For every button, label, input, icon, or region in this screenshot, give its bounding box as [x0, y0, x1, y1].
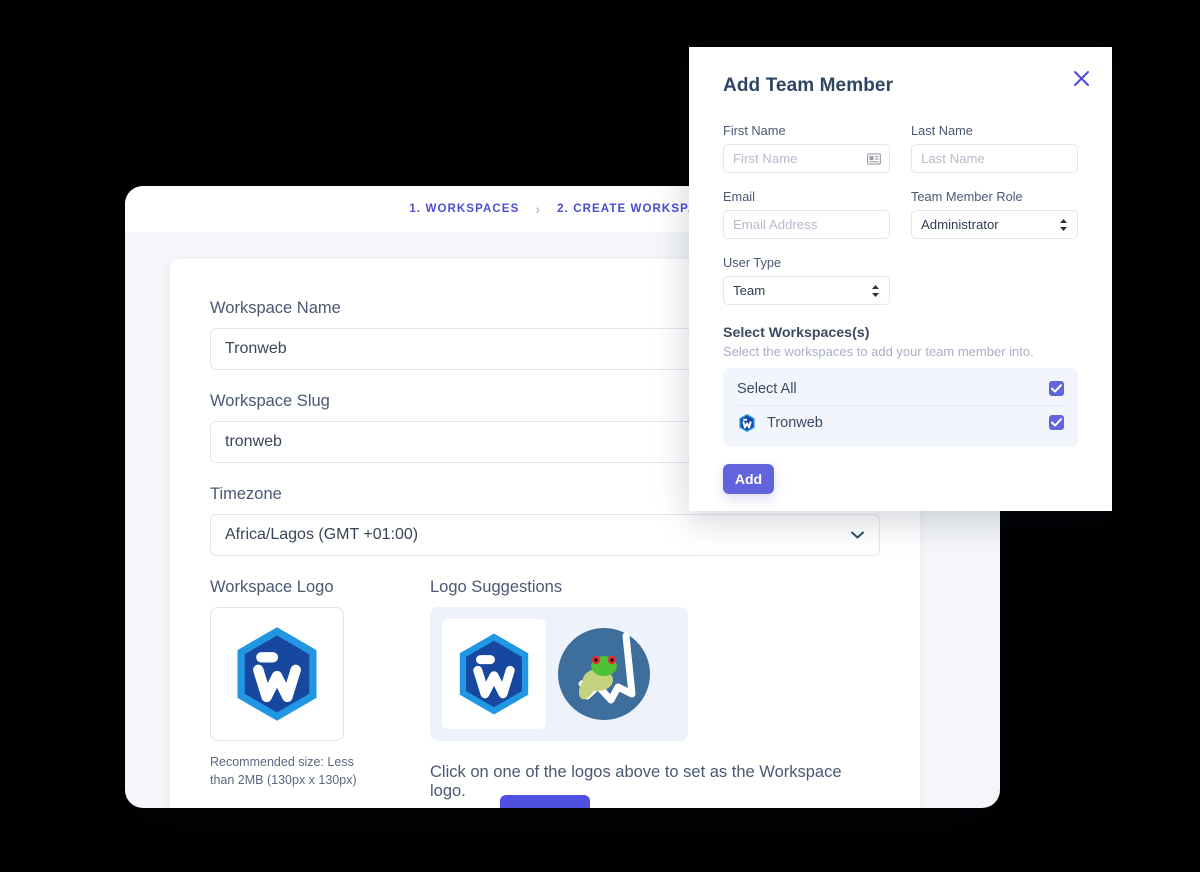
field-email: Email Email Address	[723, 189, 890, 239]
logo-suggestions-caption: Click on one of the logos above to set a…	[430, 763, 842, 800]
breadcrumb-step-1[interactable]: 1. WORKSPACES	[409, 203, 519, 215]
screen-root: 1. WORKSPACES › 2. CREATE WORKSPACE Work…	[0, 0, 1200, 872]
add-team-member-button[interactable]: Add	[723, 464, 774, 494]
team-member-role-select[interactable]: Administrator	[911, 210, 1078, 239]
tronweb-hex-w-logo	[237, 627, 317, 721]
logo-section: Workspace Logo Recommended size: Less th…	[210, 578, 880, 801]
first-name-label: First Name	[723, 123, 786, 138]
field-first-name: First Name First Name	[723, 123, 890, 173]
email-label: Email	[723, 189, 755, 204]
modal-title: Add Team Member	[723, 75, 894, 96]
last-name-label: Last Name	[911, 123, 973, 138]
select-stepper-icon	[872, 284, 879, 297]
workspace-checkbox[interactable]	[1049, 415, 1064, 430]
timezone-select[interactable]: Africa/Lagos (GMT +01:00)	[210, 514, 880, 556]
tronweb-hex-w-logo	[459, 633, 529, 715]
select-all-row[interactable]: Select All	[737, 372, 1064, 406]
select-stepper-icon	[1060, 218, 1067, 231]
field-user-type: User Type Team	[723, 255, 890, 305]
create-workspace-submit-button[interactable]	[500, 795, 590, 808]
workspace-row-left: Tronweb	[737, 413, 823, 433]
first-name-input[interactable]: First Name	[723, 144, 890, 173]
chevron-down-icon	[851, 531, 864, 539]
add-team-member-modal: Add Team Member First Name First Name La…	[689, 47, 1112, 511]
logo-suggestion-2[interactable]	[552, 619, 656, 729]
user-type-row: User Type Team	[723, 255, 1078, 321]
timezone-select-wrap: Africa/Lagos (GMT +01:00)	[210, 514, 880, 556]
user-type-select[interactable]: Team	[723, 276, 890, 305]
user-type-row-spacer	[911, 255, 1078, 305]
select-all-left: Select All	[737, 381, 797, 397]
chevron-right-icon: ›	[535, 201, 542, 217]
contact-card-icon	[867, 152, 881, 165]
workspaces-list: Select All Tronweb	[723, 368, 1078, 447]
select-workspaces-subtext: Select the workspaces to add your team m…	[723, 344, 1034, 359]
email-input[interactable]: Email Address	[723, 210, 890, 239]
select-all-label: Select All	[737, 380, 797, 397]
workspace-row[interactable]: Tronweb	[737, 406, 1064, 439]
workspace-name-label: Tronweb	[767, 414, 823, 431]
select-workspaces-heading: Select Workspaces(s)	[723, 325, 870, 341]
frog-chart-logo	[558, 628, 650, 720]
tronweb-hex-w-logo	[739, 413, 755, 432]
logo-suggestions-label: Logo Suggestions	[430, 578, 563, 596]
logo-suggestion-1[interactable]	[442, 619, 546, 729]
check-icon	[1051, 384, 1062, 393]
team-member-role-label: Team Member Role	[911, 189, 1023, 204]
workspace-logo-col: Workspace Logo Recommended size: Less th…	[210, 578, 410, 801]
email-role-row: Email Email Address Team Member Role Adm…	[723, 189, 1078, 255]
workspace-logo-upload[interactable]	[210, 607, 344, 741]
field-last-name: Last Name Last Name	[911, 123, 1078, 173]
field-team-member-role: Team Member Role Administrator	[911, 189, 1078, 239]
workspace-logo-help: Recommended size: Less than 2MB (130px x…	[210, 755, 357, 788]
check-icon	[1051, 418, 1062, 427]
breadcrumb: 1. WORKSPACES › 2. CREATE WORKSPACE	[409, 202, 715, 216]
user-type-label: User Type	[723, 255, 782, 270]
workspace-logo-label: Workspace Logo	[210, 578, 334, 596]
logo-suggestions-box	[430, 607, 688, 741]
select-all-checkbox[interactable]	[1049, 381, 1064, 396]
close-x-glyph	[1073, 70, 1089, 86]
close-icon[interactable]	[1068, 65, 1094, 91]
logo-suggestions-col: Logo Suggestions Click on one of the log…	[430, 578, 880, 801]
name-row: First Name First Name Last Name Last Nam…	[723, 123, 1078, 189]
last-name-input[interactable]: Last Name	[911, 144, 1078, 173]
